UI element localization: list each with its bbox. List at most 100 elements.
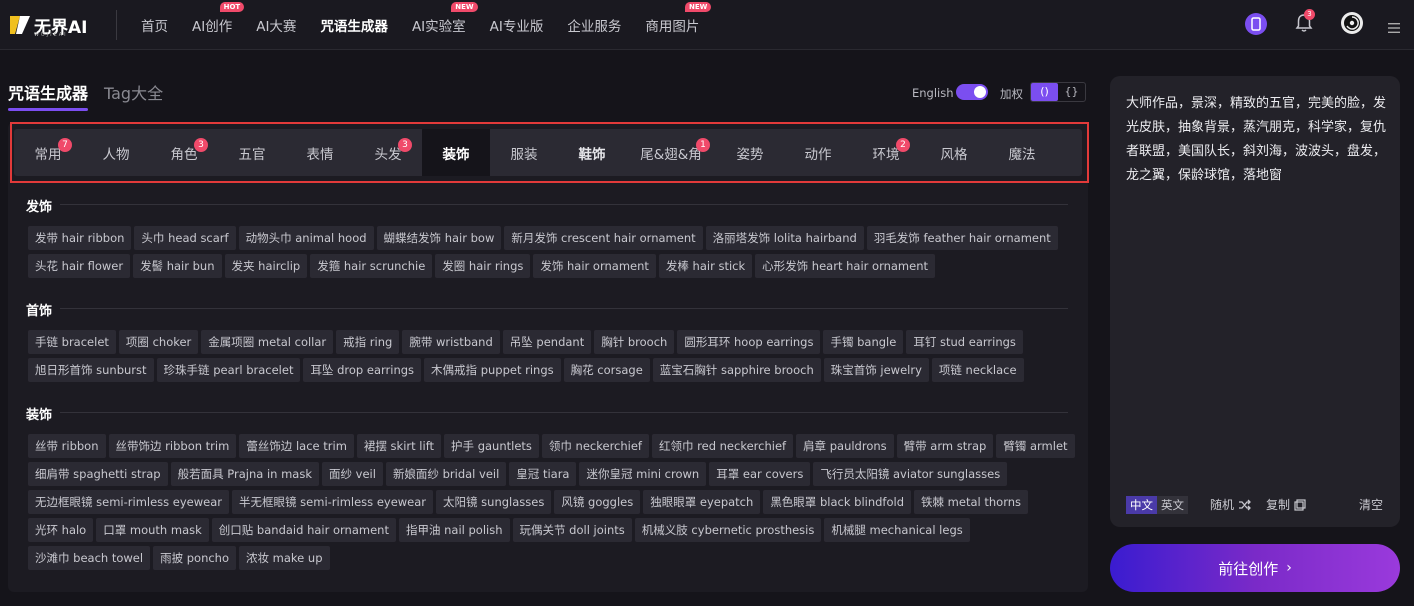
tag-chip[interactable]: 动物头巾 animal hood [238,226,374,250]
tag-chip[interactable]: 风镜 goggles [554,490,641,514]
category-tab[interactable]: 姿势 [716,129,784,176]
category-tab[interactable]: 角色 3 [150,129,218,176]
tag-chip[interactable]: 圆形耳环 hoop earrings [677,330,821,354]
tag-chip[interactable]: 铁棘 metal thorns [914,490,1028,514]
tag-chip[interactable]: 金属项圈 metal collar [201,330,334,354]
nav-item[interactable]: 企业服务 [567,15,621,35]
category-tab[interactable]: 头发 3 [354,129,422,176]
category-tab[interactable]: 鞋饰 [558,129,626,176]
weight-brace-option[interactable]: {} [1058,83,1085,101]
tag-chip[interactable]: 项圈 choker [118,330,199,354]
tag-chip[interactable]: 丝带 ribbon [28,434,106,458]
tag-chip[interactable]: 浓妆 make up [239,546,330,570]
tag-chip[interactable]: 独眼眼罩 eyepatch [643,490,761,514]
lang-chinese-button[interactable]: 中文 [1126,496,1157,514]
tag-chip[interactable]: 头巾 head scarf [134,226,236,250]
random-button[interactable]: 随机 [1210,496,1252,514]
tag-chip[interactable]: 细肩带 spaghetti strap [28,462,168,486]
tag-chip[interactable]: 洛丽塔发饰 lolita hairband [705,226,864,250]
tag-chip[interactable]: 心形发饰 heart hair ornament [755,254,936,278]
tag-chip[interactable]: 胸花 corsage [563,358,650,382]
tag-chip[interactable]: 吊坠 pendant [502,330,592,354]
tag-chip[interactable]: 戒指 ring [336,330,400,354]
tab-tag-encyclopedia[interactable]: Tag大全 [104,80,163,104]
tag-chip[interactable]: 项链 necklace [931,358,1024,382]
category-tab[interactable]: 装饰 [422,129,490,176]
tag-chip[interactable]: 蝴蝶结发饰 hair bow [376,226,502,250]
tag-chip[interactable]: 旭日形首饰 sunburst [28,358,154,382]
tag-chip[interactable]: 肩章 pauldrons [796,434,894,458]
tag-chip[interactable]: 黑色眼罩 black blindfold [763,490,912,514]
tag-chip[interactable]: 蓝宝石胸针 sapphire brooch [652,358,821,382]
category-tab[interactable]: 表情 [286,129,354,176]
tag-chip[interactable]: 丝带饰边 ribbon trim [108,434,237,458]
lang-english-button[interactable]: 英文 [1157,496,1188,514]
category-tab[interactable]: 常用 7 [14,129,82,176]
nav-item[interactable]: 商用图片 NEW [645,2,712,35]
prompt-text[interactable]: 大师作品，景深，精致的五官，完美的脸，发光皮肤，抽象背景，蒸汽朋克，科学家，复仇… [1126,92,1388,188]
nav-item[interactable]: AI大赛 [256,15,296,35]
tag-chip[interactable]: 发夹 hairclip [224,254,308,278]
tag-chip[interactable]: 头花 hair flower [28,254,131,278]
logo[interactable]: 无界AI WUJIEAI [8,10,98,40]
tag-chip[interactable]: 羽毛发饰 feather hair ornament [866,226,1058,250]
category-tab[interactable]: 魔法 [988,129,1056,176]
tag-chip[interactable]: 面纱 veil [322,462,383,486]
tag-chip[interactable]: 指甲油 nail polish [398,518,510,542]
tag-chip[interactable]: 腕带 wristband [402,330,500,354]
tag-chip[interactable]: 蕾丝饰边 lace trim [239,434,354,458]
tag-chip[interactable]: 创口贴 bandaid hair ornament [211,518,396,542]
category-tab[interactable]: 尾&翅&角 1 [626,129,716,176]
category-tab[interactable]: 人物 [82,129,150,176]
tag-chip[interactable]: 手链 bracelet [28,330,116,354]
tag-chip[interactable]: 迷你皇冠 mini crown [579,462,707,486]
tag-chip[interactable]: 裙摆 skirt lift [356,434,442,458]
tag-chip[interactable]: 臂带 arm strap [896,434,994,458]
tag-chip[interactable]: 耳钉 stud earrings [906,330,1023,354]
tag-chip[interactable]: 沙滩巾 beach towel [28,546,151,570]
go-create-button[interactable]: 前往创作 › [1110,544,1400,592]
tag-chip[interactable]: 口罩 mouth mask [96,518,209,542]
category-tab[interactable]: 动作 [784,129,852,176]
tag-chip[interactable]: 发圈 hair rings [435,254,531,278]
tag-chip[interactable]: 无边框眼镜 semi-rimless eyewear [28,490,230,514]
tag-chip[interactable]: 皇冠 tiara [509,462,577,486]
category-tab[interactable]: 风格 [920,129,988,176]
category-tab[interactable]: 服装 [490,129,558,176]
tag-chip[interactable]: 机械腿 mechanical legs [824,518,970,542]
hamburger-menu-icon[interactable] [1388,18,1400,33]
user-avatar[interactable] [1341,12,1363,34]
category-tab[interactable]: 五官 [218,129,286,176]
weight-paren-option[interactable]: () [1031,83,1058,101]
tag-chip[interactable]: 般若面具 Prajna in mask [170,462,319,486]
tag-chip[interactable]: 耳坠 drop earrings [303,358,422,382]
tag-chip[interactable]: 机械义肢 cybernetic prosthesis [634,518,822,542]
tag-chip[interactable]: 珠宝首饰 jewelry [823,358,929,382]
nav-item[interactable]: AI创作 HOT [192,2,245,35]
tag-chip[interactable]: 胸针 brooch [594,330,675,354]
clear-button[interactable]: 清空 [1359,496,1383,514]
tag-chip[interactable]: 发髻 hair bun [133,254,222,278]
tag-chip[interactable]: 半无框眼镜 semi-rimless eyewear [232,490,434,514]
tag-chip[interactable]: 光环 halo [28,518,94,542]
english-toggle[interactable] [956,84,988,100]
tag-chip[interactable]: 玩偶关节 doll joints [512,518,632,542]
mobile-app-button[interactable] [1245,13,1267,35]
category-tab[interactable]: 环境 2 [852,129,920,176]
nav-item[interactable]: AI实验室 NEW [412,2,478,35]
tag-chip[interactable]: 手镯 bangle [823,330,904,354]
tag-chip[interactable]: 发箍 hair scrunchie [310,254,433,278]
tag-chip[interactable]: 发饰 hair ornament [533,254,656,278]
tag-chip[interactable]: 发棒 hair stick [658,254,753,278]
tab-prompt-generator[interactable]: 咒语生成器 [8,80,88,104]
tag-chip[interactable]: 木偶戒指 puppet rings [424,358,561,382]
nav-item[interactable]: AI专业版 [490,15,544,35]
tag-chip[interactable]: 太阳镜 sunglasses [436,490,552,514]
tag-chip[interactable]: 发带 hair ribbon [28,226,132,250]
tag-chip[interactable]: 护手 gauntlets [444,434,539,458]
tag-chip[interactable]: 耳罩 ear covers [709,462,811,486]
tag-chip[interactable]: 飞行员太阳镜 aviator sunglasses [813,462,1008,486]
nav-item[interactable]: 首页 [141,15,168,35]
tag-chip[interactable]: 红领巾 red neckerchief [651,434,794,458]
tag-chip[interactable]: 臂镯 armlet [996,434,1075,458]
